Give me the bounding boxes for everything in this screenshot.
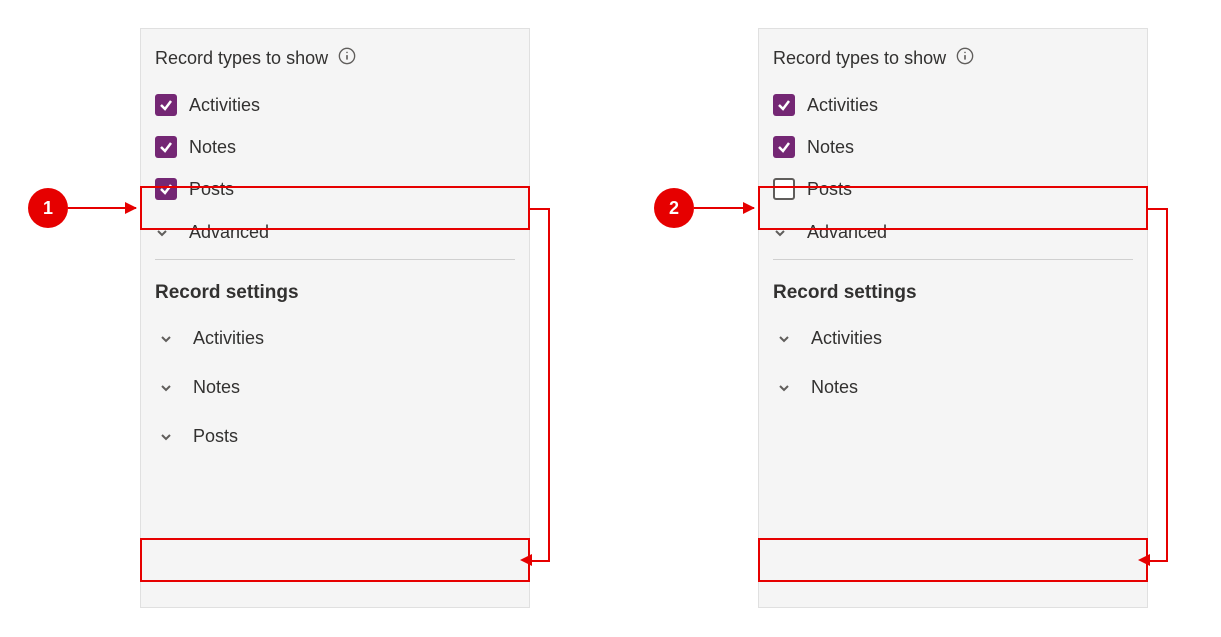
checkbox-notes[interactable] xyxy=(773,136,795,158)
expander-label: Activities xyxy=(807,328,882,349)
settings-notes-expander[interactable]: Notes xyxy=(759,363,1147,412)
checkbox-label: Posts xyxy=(807,179,852,200)
checkbox-row-notes[interactable]: Notes xyxy=(759,126,1147,168)
checkbox-row-notes[interactable]: Notes xyxy=(141,126,529,168)
checkbox-posts[interactable] xyxy=(773,178,795,200)
chevron-down-icon xyxy=(777,381,791,395)
chevron-down-icon xyxy=(159,332,173,346)
checkbox-label: Activities xyxy=(189,95,260,116)
checkbox-row-posts[interactable]: Posts xyxy=(759,168,1147,210)
annotation-connector-left-vertical xyxy=(548,208,550,560)
chevron-down-icon xyxy=(155,226,169,240)
expander-label: Notes xyxy=(189,377,240,398)
checkbox-label: Notes xyxy=(189,137,236,158)
record-types-header: Record types to show xyxy=(759,29,1147,84)
checkbox-label: Posts xyxy=(189,179,234,200)
annotation-arrow-2 xyxy=(694,207,754,209)
divider xyxy=(155,259,515,260)
annotation-connector-right-vertical xyxy=(1166,208,1168,560)
chevron-down-icon xyxy=(777,332,791,346)
record-types-title: Record types to show xyxy=(773,48,946,69)
annotation-arrowhead-right-bottom xyxy=(1138,554,1150,566)
checkbox-row-posts[interactable]: Posts xyxy=(141,168,529,210)
checkbox-activities[interactable] xyxy=(773,94,795,116)
settings-posts-expander[interactable]: Posts xyxy=(141,412,529,461)
chevron-down-icon xyxy=(159,381,173,395)
info-icon[interactable] xyxy=(338,47,356,70)
annotation-connector-right-bottom xyxy=(1148,560,1168,562)
settings-panel-right: Record types to show Activities Notes Po… xyxy=(758,28,1148,608)
expander-label: Activities xyxy=(189,328,264,349)
record-types-header: Record types to show xyxy=(141,29,529,84)
info-icon[interactable] xyxy=(956,47,974,70)
checkbox-row-activities[interactable]: Activities xyxy=(141,84,529,126)
record-types-title: Record types to show xyxy=(155,48,328,69)
settings-notes-expander[interactable]: Notes xyxy=(141,363,529,412)
expander-label: Posts xyxy=(189,426,238,447)
advanced-expander[interactable]: Advanced xyxy=(759,210,1147,255)
annotation-arrowhead-left-bottom xyxy=(520,554,532,566)
chevron-down-icon xyxy=(159,430,173,444)
annotation-callout-1: 1 xyxy=(28,188,68,228)
advanced-expander[interactable]: Advanced xyxy=(141,210,529,255)
advanced-label: Advanced xyxy=(803,222,887,243)
checkbox-label: Notes xyxy=(807,137,854,158)
checkbox-label: Activities xyxy=(807,95,878,116)
settings-activities-expander[interactable]: Activities xyxy=(759,314,1147,363)
annotation-connector-left-top xyxy=(530,208,550,210)
checkbox-posts[interactable] xyxy=(155,178,177,200)
checkbox-row-activities[interactable]: Activities xyxy=(759,84,1147,126)
checkbox-activities[interactable] xyxy=(155,94,177,116)
expander-label: Notes xyxy=(807,377,858,398)
annotation-arrow-1 xyxy=(68,207,136,209)
divider xyxy=(773,259,1133,260)
annotation-connector-right-top xyxy=(1148,208,1168,210)
settings-panel-left: Record types to show Activities Notes Po… xyxy=(140,28,530,608)
advanced-label: Advanced xyxy=(185,222,269,243)
checkbox-notes[interactable] xyxy=(155,136,177,158)
settings-activities-expander[interactable]: Activities xyxy=(141,314,529,363)
annotation-connector-left-bottom xyxy=(530,560,550,562)
record-settings-heading: Record settings xyxy=(141,264,529,314)
annotation-callout-2: 2 xyxy=(654,188,694,228)
record-settings-heading: Record settings xyxy=(759,264,1147,314)
chevron-down-icon xyxy=(773,226,787,240)
